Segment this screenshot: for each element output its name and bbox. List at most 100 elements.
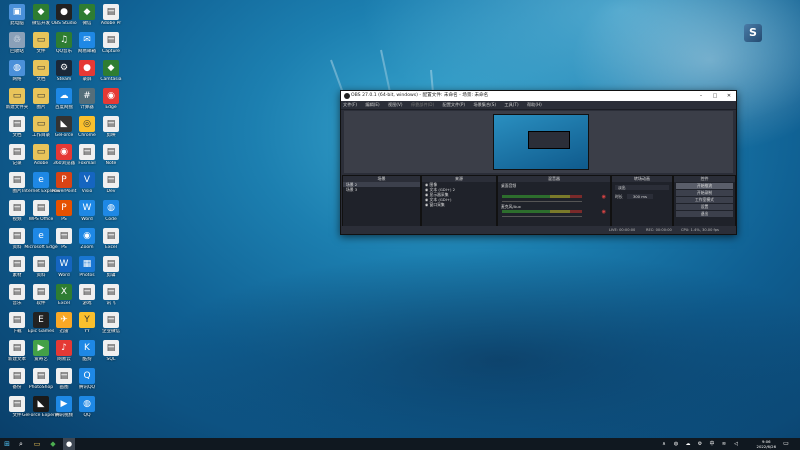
shortcut-icon: ◣ — [56, 116, 72, 132]
transition-select[interactable]: 淡出 — [615, 185, 669, 190]
shortcut-icon: P — [56, 200, 72, 216]
start-streaming-button[interactable]: 开始推流 — [676, 183, 733, 189]
desktop-shortcut[interactable]: ◆ 微信 — [74, 2, 100, 32]
desktop-shortcut[interactable]: ▤ 新建文本 — [4, 338, 30, 368]
volume-slider[interactable] — [502, 216, 582, 217]
duration-input[interactable]: 300 ms — [626, 194, 653, 199]
desktop-shortcut[interactable]: K 酷狗 — [74, 338, 100, 368]
desktop-shortcut[interactable]: ▤ Adobe Pr — [98, 2, 124, 32]
exit-button[interactable]: 退出 — [676, 211, 733, 217]
desktop-shortcut[interactable]: ▤ 备份 — [4, 366, 30, 396]
menu-edit[interactable]: 编辑(E) — [365, 102, 379, 107]
desktop-shortcut[interactable]: ◍ Code — [98, 198, 124, 228]
preview-canvas[interactable] — [344, 111, 733, 173]
desktop-shortcut[interactable]: ▤ Note — [98, 142, 124, 172]
desktop-shortcut[interactable]: ✉ 网易邮箱 — [74, 30, 100, 60]
clock-date: 2022/6/26 — [756, 444, 776, 449]
search-icon[interactable]: ⌕ — [17, 440, 25, 448]
desktop-shortcut[interactable]: ◉ Zoom — [74, 226, 100, 256]
minimize-button[interactable]: – — [694, 91, 708, 101]
desktop-shortcut[interactable]: ▤ Excel — [98, 226, 124, 256]
shortcut-icon: ▣ — [9, 4, 25, 20]
shortcut-icon: V — [79, 172, 95, 188]
desktop-shortcut[interactable]: ▤ 图片 — [4, 170, 30, 200]
desktop-shortcut[interactable]: ▣ 此电脑 — [4, 2, 30, 32]
desktop-shortcut[interactable]: ▤ Dev — [98, 170, 124, 200]
desktop-shortcut[interactable]: ▤ 资料 — [4, 226, 30, 256]
studio-mode-button[interactable]: 工作室模式 — [676, 197, 733, 203]
clock[interactable]: 9:06 2022/6/26 — [757, 439, 776, 449]
duration-field[interactable]: 时长 300 ms — [612, 194, 672, 199]
volume-meter — [502, 210, 582, 213]
shortcut-icon: E — [33, 312, 49, 328]
notification-icon[interactable]: ▭ — [782, 440, 790, 448]
scene-item[interactable]: 场景 3 — [343, 187, 420, 192]
desktop-shortcut[interactable]: ▤ 素材 — [4, 254, 30, 284]
desktop-shortcut[interactable]: ▤ 视频 — [4, 198, 30, 228]
desktop-shortcut[interactable]: ◆ Camtasia — [98, 58, 124, 88]
menu-help[interactable]: 帮助(H) — [527, 102, 542, 107]
cloud-icon[interactable]: ☁ — [684, 440, 692, 448]
steam-tray-icon[interactable]: ⚙ — [696, 440, 704, 448]
close-button[interactable]: ✕ — [722, 91, 736, 101]
shortcut-label: 剪辑 — [106, 273, 116, 278]
start-windows-icon[interactable]: ⊞ — [3, 440, 11, 448]
menu-view[interactable]: 视图(V) — [388, 102, 403, 107]
live-status: LIVE: 00:00:00 — [609, 228, 636, 232]
desktop-shortcut[interactable]: ▤ 剪辑 — [98, 254, 124, 284]
desktop-shortcut[interactable]: ▤ 文档 — [4, 114, 30, 144]
menu-profile[interactable]: 配置文件(P) — [443, 102, 466, 107]
desktop-shortcut[interactable]: ▤ Foxmail — [74, 142, 100, 172]
desktop-shortcut[interactable]: ▤ 记录 — [4, 142, 30, 172]
menu-tools[interactable]: 工具(T) — [504, 102, 518, 107]
settings-button[interactable]: 设置 — [676, 204, 733, 210]
title-bar: OBS 27.0.1 (64-bit, windows) - 配置文件: 未命名… — [341, 91, 736, 101]
shortcut-icon: ▤ — [9, 116, 25, 132]
desktop-shortcut[interactable]: W Word — [74, 198, 100, 228]
maximize-button[interactable]: □ — [708, 91, 722, 101]
desktop-shortcut[interactable]: ◉ Edge — [98, 86, 124, 116]
desktop-shortcut[interactable]: ◍ 网络 — [4, 58, 30, 88]
desktop-shortcut[interactable]: ● 录屏 — [74, 58, 100, 88]
desktop-shortcut[interactable]: ▤ 音乐 — [4, 282, 30, 312]
desktop-shortcut[interactable]: V Visio — [74, 170, 100, 200]
desktop-shortcut[interactable]: Y YY — [74, 310, 100, 340]
desktop-shortcut[interactable]: ▦ Photos — [74, 254, 100, 284]
menu-scene-collection[interactable]: 场景集合(S) — [473, 102, 496, 107]
volume-icon[interactable]: ◁ — [732, 440, 740, 448]
shortcut-label: Excel — [105, 245, 117, 250]
desktop-shortcut[interactable]: ◎ Chrome — [74, 114, 100, 144]
desktop-shortcut[interactable]: ▤ Capture — [98, 30, 124, 60]
desktop-shortcut[interactable]: ▭ 新建文件夹 — [4, 86, 30, 116]
volume-slider[interactable] — [502, 201, 582, 202]
desktop-shortcut[interactable]: # 计算器 — [74, 86, 100, 116]
ime-icon[interactable]: 中 — [708, 440, 716, 448]
shortcut-icon: ◉ — [56, 144, 72, 160]
mixer-track-name: 麦克风/Aux — [501, 204, 521, 209]
desktop-shortcut[interactable]: ▤ 剪映 — [98, 114, 124, 144]
start-recording-button[interactable]: 开始录制 — [676, 190, 733, 196]
tray-chevron-icon[interactable]: ∧ — [660, 440, 668, 448]
app-shortcut-icon[interactable]: S — [744, 24, 762, 42]
desktop-shortcut[interactable]: ▤ SQL — [98, 338, 124, 368]
menu-file[interactable]: 文件(F) — [343, 102, 357, 107]
desktop-shortcut[interactable]: ▤ 下载 — [4, 310, 30, 340]
network-icon[interactable]: ◍ — [672, 440, 680, 448]
speaker-icon[interactable]: ◉ — [602, 209, 606, 215]
desktop-shortcut[interactable]: ▤ 讯飞 — [98, 282, 124, 312]
desktop-shortcut[interactable]: ▤ 文件 — [4, 394, 30, 424]
desktop-shortcut[interactable]: ◍ QQ — [74, 394, 100, 424]
speaker-icon[interactable]: ◉ — [602, 194, 606, 200]
shortcut-icon: W — [56, 256, 72, 272]
wechat-taskbar-icon[interactable]: ◆ — [49, 440, 57, 448]
desktop-shortcut[interactable]: ▤ 企业微信 — [98, 310, 124, 340]
source-item[interactable]: ◉ 窗口采集 — [422, 202, 496, 207]
wifi-icon[interactable]: ≋ — [720, 440, 728, 448]
desktop-shortcut[interactable]: ▤ 游戏 — [74, 282, 100, 312]
file-explorer-icon[interactable]: ▭ — [33, 440, 41, 448]
menu-docks[interactable]: 停靠部件(D) — [411, 102, 434, 107]
shortcut-icon: Y — [79, 312, 95, 328]
desktop-shortcut[interactable]: ♲ 回收站 — [4, 30, 30, 60]
desktop-shortcut[interactable]: Q 腾讯QQ — [74, 366, 100, 396]
obs-taskbar-icon[interactable]: ● — [65, 440, 73, 448]
